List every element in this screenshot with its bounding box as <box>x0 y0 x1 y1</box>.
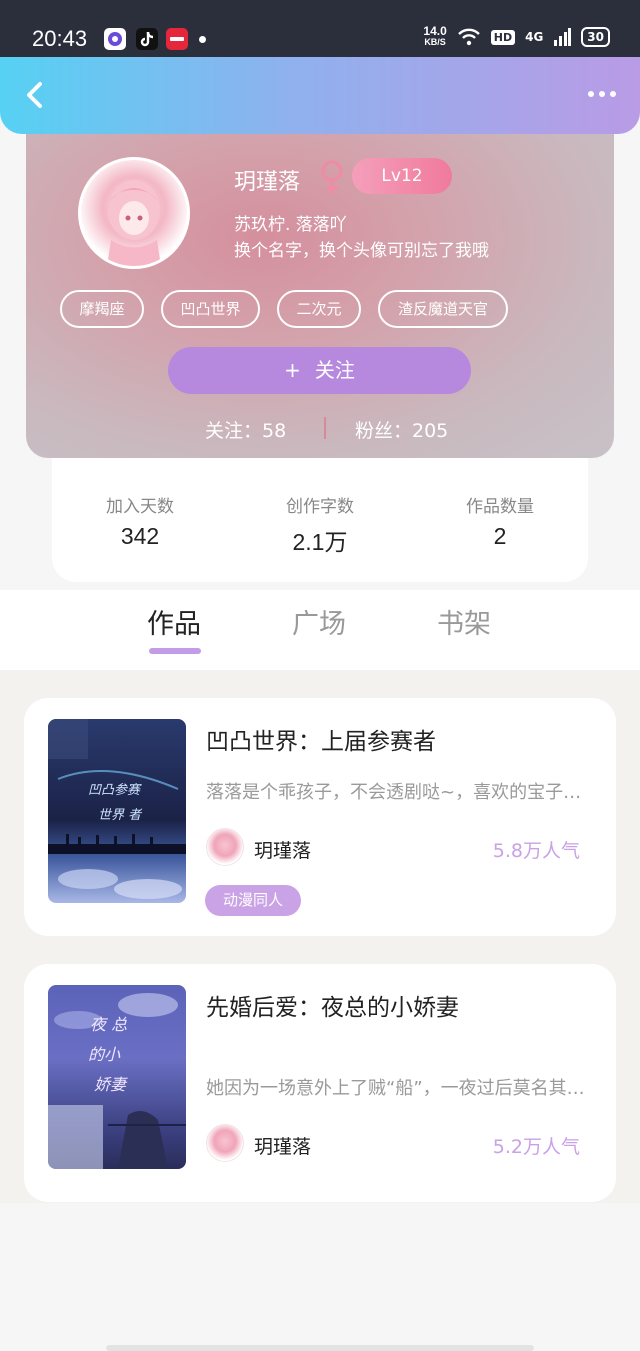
work-description: 她因为一场意外上了贼“船”，一夜过后莫名其妙… <box>206 1078 590 1099</box>
work-title[interactable]: 先婚后爱：夜总的小娇妻 <box>206 988 459 1022</box>
plus-icon: + <box>284 358 301 382</box>
more-dots-icon[interactable] <box>588 91 616 97</box>
work-title[interactable]: 凹凸世界：上届参赛者 <box>206 722 436 756</box>
tag-item[interactable]: 凹凸世界 <box>161 290 260 328</box>
tag-item[interactable]: 摩羯座 <box>60 290 144 328</box>
metric-label: 加入天数 <box>106 497 174 517</box>
tab-bookshelf[interactable]: 书架 <box>437 602 491 641</box>
work-card[interactable]: 凹凸参赛 世界 者 凹凸世界：上届参赛者 落落是个乖孩子，不会透剧哒~，喜欢的宝… <box>24 698 616 936</box>
tag-item[interactable]: 二次元 <box>277 290 361 328</box>
active-tab-indicator <box>149 648 201 654</box>
metric-value: 342 <box>120 523 160 549</box>
metric-value: 2 <box>493 523 507 549</box>
book-cover-image[interactable]: 凹凸参赛 世界 者 <box>48 719 186 903</box>
tiktok-icon <box>136 28 158 50</box>
metric-value: 2.1万 <box>292 529 348 555</box>
popularity-count: 5.8万人气 <box>492 840 580 862</box>
bio-line-2: 换个名字，换个头像可别忘了我哦 <box>234 241 489 261</box>
tab-bar: 作品 广场 书架 <box>0 590 640 670</box>
svg-text:的小: 的小 <box>88 1045 121 1064</box>
work-card[interactable]: 夜 总 的小 娇妻 先婚后爱：夜总的小娇妻 她因为一场意外上了贼“船”，一夜过后… <box>24 964 616 1202</box>
svg-text:凹凸参赛: 凹凸参赛 <box>88 782 142 798</box>
battery-icon: 30 <box>581 27 610 47</box>
svg-text:娇妻: 娇妻 <box>94 1075 128 1094</box>
genre-tag[interactable]: 动漫同人 <box>205 885 302 916</box>
xiaohongshu-icon <box>166 28 188 50</box>
female-icon <box>321 160 343 194</box>
status-bar: 20:43 14.0 KB/S HD 4G 30 <box>0 0 640 57</box>
popularity-count: 5.2万人气 <box>492 1136 580 1158</box>
signal-bars-icon <box>554 28 572 46</box>
author-name: 玥瑾落 <box>254 1136 312 1158</box>
notification-dot-icon <box>199 36 206 43</box>
tab-works[interactable]: 作品 <box>147 602 201 641</box>
follow-button[interactable]: + 关注 <box>168 347 471 394</box>
metric-label: 创作字数 <box>286 497 354 517</box>
app-notification-icon <box>104 28 126 50</box>
level-badge: Lv12 <box>352 158 452 194</box>
book-cover-image[interactable]: 夜 总 的小 娇妻 <box>48 985 186 1169</box>
status-time: 20:43 <box>32 26 88 51</box>
back-chevron-icon[interactable] <box>22 81 48 109</box>
metric-label: 作品数量 <box>466 497 534 517</box>
author-name: 玥瑾落 <box>254 840 312 862</box>
following-count[interactable]: 关注：58 <box>205 416 286 443</box>
metrics-card: 加入天数 342 创作字数 2.1万 作品数量 2 <box>52 440 588 582</box>
svg-text:世界 者: 世界 者 <box>98 808 143 823</box>
metric-word-count: 创作字数 2.1万 <box>245 492 395 557</box>
avatar[interactable] <box>78 157 190 269</box>
author-avatar <box>206 1124 244 1162</box>
metric-works-count: 作品数量 2 <box>425 492 575 550</box>
fans-count[interactable]: 粉丝：205 <box>355 416 448 443</box>
gesture-bar <box>106 1345 534 1351</box>
metric-join-days: 加入天数 342 <box>65 492 215 550</box>
stats-divider <box>324 417 326 439</box>
svg-text:夜 总: 夜 总 <box>90 1015 127 1034</box>
top-nav-bar <box>0 57 640 134</box>
bio-line-1: 苏玖柠. 落落吖 <box>234 215 347 235</box>
signal-label: 4G <box>525 30 544 44</box>
wifi-icon <box>457 28 480 46</box>
author-avatar <box>206 828 244 866</box>
follow-label: 关注 <box>314 358 355 382</box>
hd-badge: HD <box>490 29 516 45</box>
network-speed: 14.0 KB/S <box>423 24 447 47</box>
work-description: 落落是个乖孩子，不会透剧哒~，喜欢的宝子们… <box>206 782 590 803</box>
tag-item[interactable]: 渣反魔道天官 <box>378 290 508 328</box>
profile-card: 玥瑾落 Lv12 苏玖柠. 落落吖 换个名字，换个头像可别忘了我哦 摩羯座 凹凸… <box>26 120 614 458</box>
tab-square[interactable]: 广场 <box>292 602 346 641</box>
username: 玥瑾落 <box>234 170 301 195</box>
